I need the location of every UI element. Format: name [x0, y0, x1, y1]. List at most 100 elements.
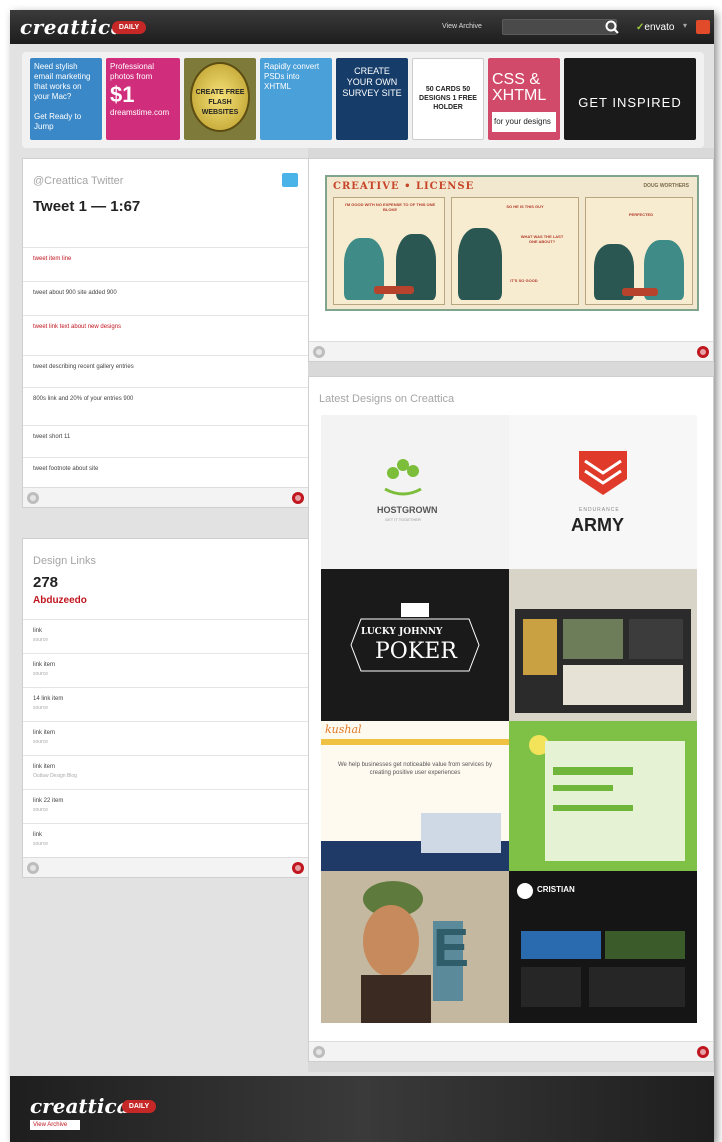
next-button[interactable] [697, 1046, 709, 1058]
daily-badge: DAILY [112, 21, 146, 34]
list-item[interactable]: link item source [23, 721, 308, 755]
design-links-list: link source link item source 14 link item s… [23, 619, 308, 857]
design-subtitle: We help businesses get noticeable value … [338, 762, 492, 776]
latest-designs-footer [309, 1041, 713, 1061]
design-thumb-cristian[interactable]: CRISTIAN [509, 871, 697, 1023]
list-item[interactable]: tweet footnote about site [23, 457, 308, 487]
footer: creattica DAILY View Archive [10, 1076, 714, 1142]
list-item[interactable]: tweet about 900 site added 900 [23, 281, 308, 315]
page-background: creattica DAILY View Archive ✓envato ▾ N… [0, 0, 722, 1142]
list-item[interactable]: link source [23, 619, 308, 653]
design-links-title: Design Links [33, 555, 96, 567]
left-column: @Creattica Twitter Tweet 1 — 1:67 tweet … [22, 158, 309, 1060]
tweet-list: tweet item line tweet about 900 site add… [23, 247, 308, 487]
search-input[interactable] [502, 19, 617, 35]
design-title: kushal [325, 723, 362, 736]
table-prop [622, 288, 658, 296]
design-title: POKER [375, 639, 457, 664]
army-logo [509, 415, 697, 569]
comic-frame-3: PERFECTED [585, 197, 693, 305]
design-title: HOSTGROWN [377, 505, 438, 515]
twitter-panel-footer [23, 487, 308, 507]
list-item[interactable]: 14 link item source [23, 687, 308, 721]
design-links-headline-source[interactable]: Abduzeedo [33, 593, 87, 609]
list-item[interactable]: link item Outlaw Design Blog [23, 755, 308, 789]
latest-designs-panel: Latest Designs on Creattica HOSTGROWN GE… [308, 376, 714, 1062]
twitter-headline[interactable]: Tweet 1 — 1:67 [33, 199, 140, 215]
twitter-panel: @Creattica Twitter Tweet 1 — 1:67 tweet … [22, 158, 309, 508]
ad-banner-5[interactable]: CREATE YOUR OWN SURVEY SITE [336, 58, 408, 140]
list-item[interactable]: tweet short 11 [23, 425, 308, 457]
next-button[interactable] [292, 862, 304, 874]
speech-bubble: I'M GOOD WITH NO EXPENSE TO OF THIS ONE … [344, 202, 436, 212]
hostgrown-logo [321, 415, 509, 569]
prev-button[interactable] [27, 492, 39, 504]
ad-banner-2[interactable]: Professional photos from $1 dreamstime.c… [106, 58, 180, 140]
chevron-down-icon[interactable]: ▾ [683, 21, 687, 30]
right-column: CREATIVE • LICENSE DOUG WORTHERS I'M GOO… [308, 148, 714, 1072]
envato-logo[interactable]: ✓envato [636, 22, 674, 33]
prev-button[interactable] [313, 1046, 325, 1058]
comic-frame-2: SO HE IS THIS GUY WHAT WAS THE LAST ONE … [451, 197, 579, 305]
list-item[interactable]: tweet link text about new designs [23, 315, 308, 355]
comic-panel: CREATIVE • LICENSE DOUG WORTHERS I'M GOO… [308, 158, 714, 362]
next-button[interactable] [292, 492, 304, 504]
comic-panel-footer [309, 341, 713, 361]
twitter-panel-title: @Creattica Twitter [33, 175, 124, 187]
prev-button[interactable] [27, 862, 39, 874]
ad-banner-4[interactable]: Rapidly convert PSDs into XHTML [260, 58, 332, 140]
design-subtitle: ENDURANCE [579, 507, 620, 513]
footer-daily-badge: DAILY [122, 1100, 156, 1113]
green-site-preview [509, 721, 697, 871]
ad-banner-1[interactable]: Need stylish email marketing that works … [30, 58, 102, 140]
comic-author: DOUG WORTHERS [643, 183, 689, 189]
site-logo[interactable]: creattica [20, 15, 124, 39]
design-thumb-endurance-army[interactable]: ENDURANCE ARMY [509, 415, 697, 569]
ad-banner-8[interactable]: GET INSPIRED [564, 58, 696, 140]
latest-designs-title: Latest Designs on Creattica [319, 393, 455, 405]
design-thumb-kushal[interactable]: kushal We help businesses get noticeable… [321, 721, 509, 871]
portrait-preview [321, 871, 509, 1023]
design-links-panel: Design Links 278 Abduzeedo link source li… [22, 538, 309, 878]
design-title: E [433, 918, 470, 978]
design-thumb-lucky-johnny-poker[interactable]: LUCKY JOHNNY POKER [321, 569, 509, 721]
design-links-headline[interactable]: 278 [33, 575, 58, 591]
next-button[interactable] [697, 346, 709, 358]
design-title: CRISTIAN [537, 885, 575, 894]
twitter-bird-icon[interactable] [282, 173, 298, 187]
search-icon[interactable] [604, 19, 620, 35]
prev-button[interactable] [313, 346, 325, 358]
list-item[interactable]: 800s link and 20% of your entries 900 [23, 387, 308, 425]
footer-archive-link[interactable]: View Archive [30, 1120, 80, 1130]
list-item[interactable]: tweet describing recent gallery entries [23, 355, 308, 387]
character-figure [458, 228, 502, 300]
list-item[interactable]: link item source [23, 653, 308, 687]
comic-frame-1: I'M GOOD WITH NO EXPENSE TO OF THIS ONE … [333, 197, 445, 305]
ad-banner-3[interactable]: CREATE FREE FLASH WEBSITES [184, 58, 256, 140]
footer-logo[interactable]: creattica [30, 1094, 130, 1118]
list-item[interactable]: link 22 item source [23, 789, 308, 823]
speech-bubble: SO HE IS THIS GUY [506, 204, 544, 209]
rss-icon[interactable] [696, 20, 710, 34]
design-subtitle: LUCKY JOHNNY [361, 627, 443, 637]
speech-bubble: IT'S SO GOOD [510, 278, 538, 283]
page: creattica DAILY View Archive ✓envato ▾ N… [10, 10, 714, 1142]
kushal-preview [321, 721, 509, 871]
design-title: ARMY [571, 515, 624, 535]
design-thumb-hostgrown[interactable]: HOSTGROWN GET IT TOGETHER [321, 415, 509, 569]
design-thumb-zoo-site[interactable] [509, 569, 697, 721]
view-archive-link[interactable]: View Archive [442, 23, 482, 30]
list-item[interactable]: tweet item line [23, 247, 308, 281]
top-bar: creattica DAILY View Archive ✓envato ▾ [10, 10, 714, 44]
design-links-footer [23, 857, 308, 877]
design-thumb-green-site[interactable] [509, 721, 697, 871]
list-item[interactable]: link source [23, 823, 308, 857]
comic-strip[interactable]: CREATIVE • LICENSE DOUG WORTHERS I'M GOO… [325, 175, 699, 311]
speech-bubble: PERFECTED [628, 212, 654, 217]
ad-banner-6[interactable]: 50 CARDS 50 DESIGNS 1 FREE HOLDER [412, 58, 484, 140]
comic-title: CREATIVE • LICENSE [333, 181, 475, 192]
ad-strip: Need stylish email marketing that works … [22, 52, 704, 148]
ad-banner-7[interactable]: CSS & XHTML for your designs [488, 58, 560, 140]
design-thumb-portrait-e[interactable]: E [321, 871, 509, 1023]
speech-bubble: WHAT WAS THE LAST ONE ABOUT? [520, 234, 564, 244]
